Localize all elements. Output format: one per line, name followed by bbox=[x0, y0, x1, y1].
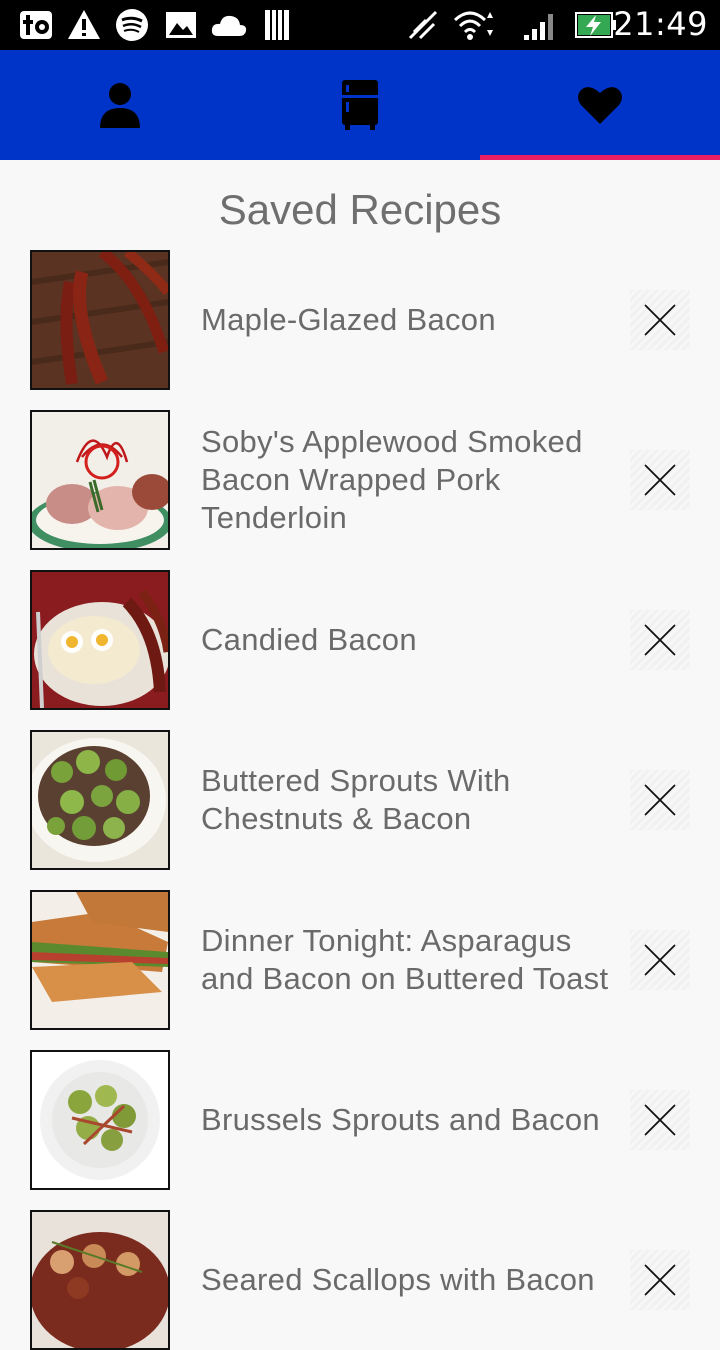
settings-notification-icon bbox=[20, 11, 52, 39]
bacon-image bbox=[32, 252, 168, 388]
wifi-icon bbox=[453, 11, 493, 40]
recipe-title[interactable]: Maple-Glazed Bacon bbox=[201, 250, 611, 390]
status-clock: 21:49 bbox=[613, 5, 708, 43]
seared-scallops-image bbox=[32, 1212, 168, 1348]
brussels-sprouts-image bbox=[32, 1052, 168, 1188]
close-icon bbox=[644, 624, 676, 656]
close-icon bbox=[644, 784, 676, 816]
recipe-thumbnail[interactable] bbox=[30, 890, 170, 1030]
recipe-thumbnail[interactable] bbox=[30, 570, 170, 710]
remove-recipe-button[interactable] bbox=[630, 930, 690, 990]
tab-saved[interactable] bbox=[480, 50, 720, 160]
tab-bar bbox=[0, 50, 720, 160]
tab-profile[interactable] bbox=[0, 50, 240, 160]
asparagus-toast-image bbox=[32, 892, 168, 1028]
list-item[interactable]: Soby's Applewood Smoked Bacon Wrapped Po… bbox=[0, 410, 720, 550]
remove-recipe-button[interactable] bbox=[630, 610, 690, 670]
recipe-thumbnail[interactable] bbox=[30, 1210, 170, 1350]
heart-icon bbox=[578, 87, 622, 124]
mute-icon bbox=[408, 10, 438, 40]
remove-recipe-button[interactable] bbox=[630, 290, 690, 350]
recipe-title[interactable]: Candied Bacon bbox=[201, 570, 611, 710]
status-bar: 21:49 bbox=[0, 0, 720, 50]
tab-fridge[interactable] bbox=[240, 50, 480, 160]
recipe-thumbnail[interactable] bbox=[30, 730, 170, 870]
cell-signal-icon bbox=[524, 14, 553, 40]
remove-recipe-button[interactable] bbox=[630, 1250, 690, 1310]
close-icon bbox=[644, 464, 676, 496]
cloud-icon bbox=[211, 15, 247, 36]
recipe-title[interactable]: Seared Scallops with Bacon bbox=[201, 1210, 611, 1350]
fridge-icon bbox=[342, 80, 378, 130]
remove-recipe-button[interactable] bbox=[630, 1090, 690, 1150]
recipe-title[interactable]: Buttered Sprouts With Chestnuts & Bacon bbox=[201, 730, 611, 870]
storage-icon bbox=[265, 10, 289, 40]
spotify-icon bbox=[116, 9, 148, 41]
page-title: Saved Recipes bbox=[218, 186, 502, 233]
candied-bacon-image bbox=[32, 572, 168, 708]
image-icon bbox=[166, 12, 196, 38]
recipe-title[interactable]: Brussels Sprouts and Bacon bbox=[201, 1050, 611, 1190]
person-icon bbox=[100, 83, 140, 128]
close-icon bbox=[644, 944, 676, 976]
recipe-thumbnail[interactable] bbox=[30, 250, 170, 390]
tab-indicator bbox=[480, 155, 720, 160]
close-icon bbox=[644, 1104, 676, 1136]
list-item[interactable]: Candied Bacon bbox=[0, 570, 720, 710]
list-item[interactable]: Maple-Glazed Bacon bbox=[0, 250, 720, 390]
close-icon bbox=[644, 304, 676, 336]
recipe-thumbnail[interactable] bbox=[30, 410, 170, 550]
list-item[interactable]: Seared Scallops with Bacon bbox=[0, 1210, 720, 1350]
remove-recipe-button[interactable] bbox=[630, 770, 690, 830]
pork-tenderloin-image bbox=[32, 412, 168, 548]
list-item[interactable]: Brussels Sprouts and Bacon bbox=[0, 1050, 720, 1190]
buttered-sprouts-image bbox=[32, 732, 168, 868]
recipe-thumbnail[interactable] bbox=[30, 1050, 170, 1190]
list-item[interactable]: Dinner Tonight: Asparagus and Bacon on B… bbox=[0, 890, 720, 1030]
recipe-title[interactable]: Dinner Tonight: Asparagus and Bacon on B… bbox=[201, 890, 611, 1030]
close-icon bbox=[644, 1264, 676, 1296]
battery-charging-icon bbox=[575, 12, 616, 38]
warning-icon bbox=[68, 10, 100, 39]
remove-recipe-button[interactable] bbox=[630, 450, 690, 510]
list-item[interactable]: Buttered Sprouts With Chestnuts & Bacon bbox=[0, 730, 720, 870]
recipe-title[interactable]: Soby's Applewood Smoked Bacon Wrapped Po… bbox=[201, 410, 611, 550]
